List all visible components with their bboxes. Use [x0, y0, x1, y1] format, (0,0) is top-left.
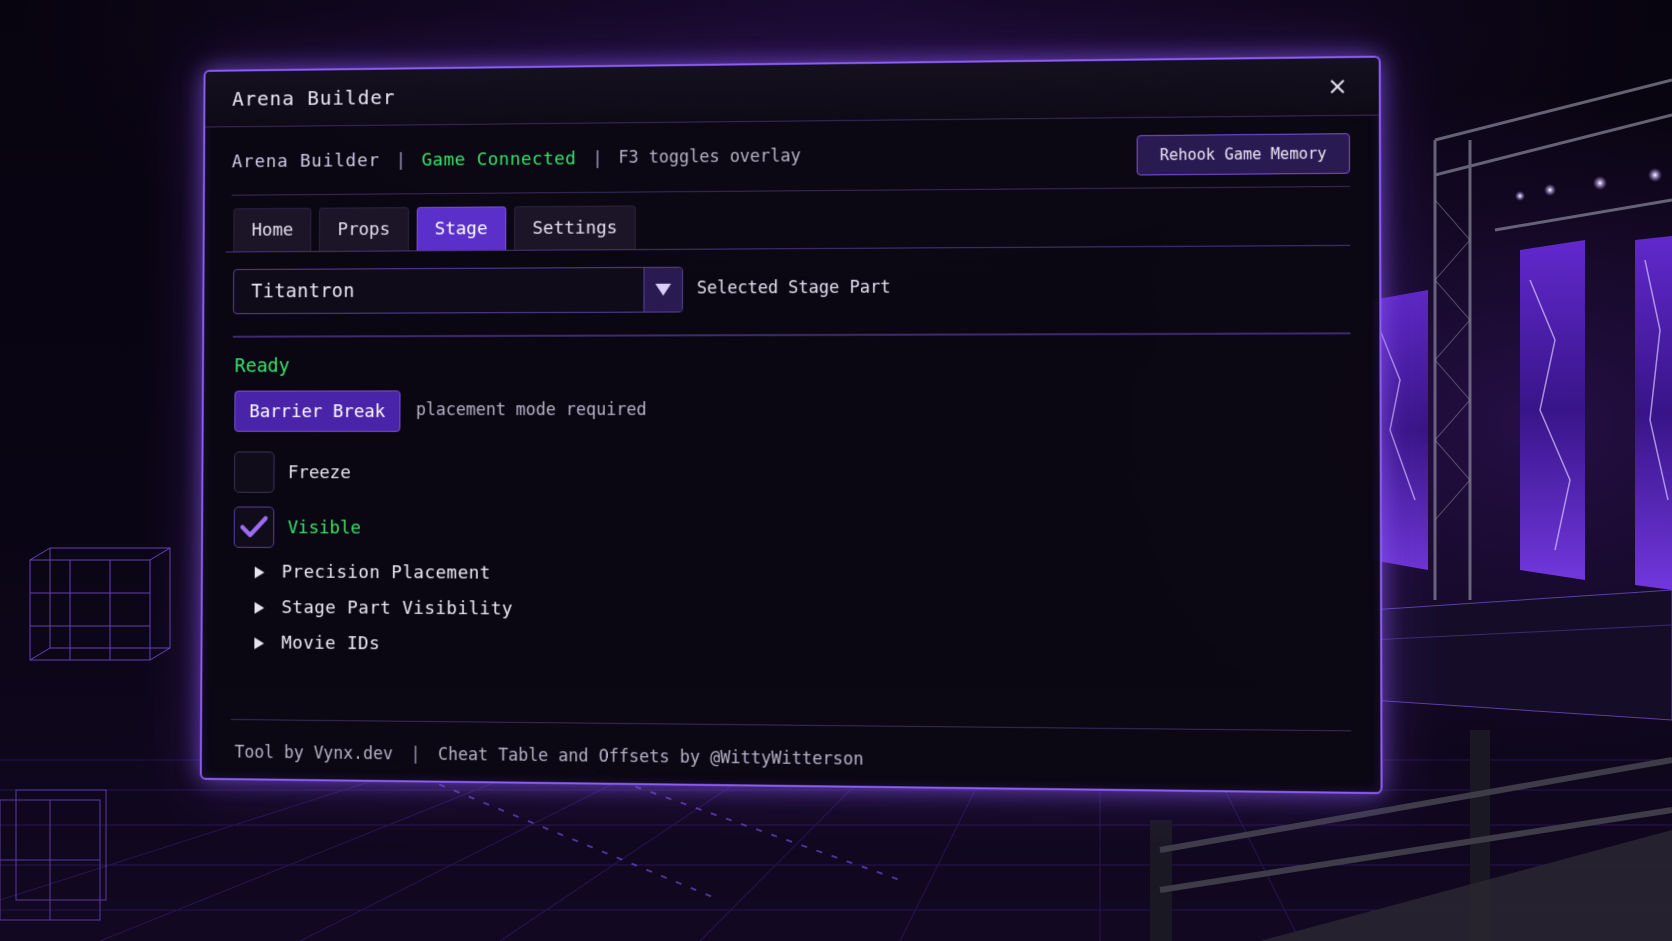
- checkmark-icon: [238, 512, 271, 542]
- tab-stage[interactable]: Stage: [416, 206, 506, 250]
- expand-arrow-icon: [255, 601, 265, 613]
- status-app-name: Arena Builder: [232, 150, 380, 172]
- overlay-hint: F3 toggles overlay: [618, 146, 800, 168]
- stage-lights: [1515, 168, 1662, 201]
- divider: [233, 332, 1351, 337]
- divider: [231, 719, 1351, 731]
- visible-checkbox-row[interactable]: Visible: [234, 506, 361, 548]
- footer-tool-credit: Tool by Vynx.dev: [235, 743, 394, 765]
- freeze-checkbox-row[interactable]: Freeze: [234, 451, 351, 493]
- section-label: Movie IDs: [281, 633, 380, 654]
- selected-stage-part-value: Titantron: [234, 279, 644, 303]
- status-separator: |: [592, 148, 603, 169]
- status-separator: |: [395, 150, 406, 171]
- tab-props[interactable]: Props: [319, 207, 408, 251]
- section-precision-placement[interactable]: Precision Placement: [255, 562, 491, 584]
- stage-part-dropdown[interactable]: Titantron: [233, 267, 683, 314]
- divider: [232, 186, 1350, 196]
- close-button[interactable]: [1323, 72, 1352, 101]
- barrier-break-button[interactable]: Barrier Break: [234, 390, 400, 431]
- window-content: Arena Builder | Game Connected | F3 togg…: [229, 115, 1352, 792]
- scene-background: Arena Builder Arena Builder | Game Conne…: [0, 0, 1672, 941]
- section-movie-ids[interactable]: Movie IDs: [254, 633, 380, 655]
- wire-cube-bottom-left: [0, 790, 106, 920]
- section-stage-part-visibility[interactable]: Stage Part Visibility: [254, 597, 512, 619]
- expand-arrow-icon: [255, 566, 265, 578]
- section-label: Precision Placement: [282, 562, 491, 584]
- truss-bracing: [1435, 200, 1470, 520]
- close-icon: [1323, 72, 1352, 101]
- footer-separator: |: [410, 745, 420, 765]
- wire-cube-left: [30, 548, 170, 660]
- expand-arrow-icon: [254, 637, 264, 649]
- freeze-checkbox[interactable]: [234, 451, 275, 492]
- footer-credits: Tool by Vynx.dev | Cheat Table and Offsets…: [235, 743, 864, 770]
- window-title: Arena Builder: [232, 85, 395, 110]
- selected-stage-part-label: Selected Stage Part: [697, 278, 891, 299]
- barrier-break-hint: placement mode required: [416, 400, 647, 420]
- tab-bar: Home Props Stage Settings: [233, 205, 636, 251]
- arena-builder-window: Arena Builder Arena Builder | Game Conne…: [200, 56, 1383, 795]
- section-label: Stage Part Visibility: [281, 597, 512, 619]
- stage-screens: [1372, 236, 1672, 590]
- ready-status: Ready: [235, 355, 290, 377]
- dropdown-toggle[interactable]: [643, 268, 682, 312]
- visible-checkbox[interactable]: [234, 506, 275, 547]
- tab-settings[interactable]: Settings: [514, 205, 636, 249]
- tab-home[interactable]: Home: [233, 208, 311, 252]
- connection-status: Game Connected: [422, 148, 577, 170]
- visible-label: Visible: [288, 517, 361, 538]
- status-bar: Arena Builder | Game Connected | F3 togg…: [232, 136, 801, 181]
- rehook-game-memory-button[interactable]: Rehook Game Memory: [1137, 133, 1350, 175]
- footer-table-credit: Cheat Table and Offsets by @WittyWitters…: [438, 745, 864, 770]
- freeze-label: Freeze: [288, 462, 351, 483]
- chevron-down-icon: [655, 284, 671, 296]
- stage-platform: [1370, 590, 1672, 720]
